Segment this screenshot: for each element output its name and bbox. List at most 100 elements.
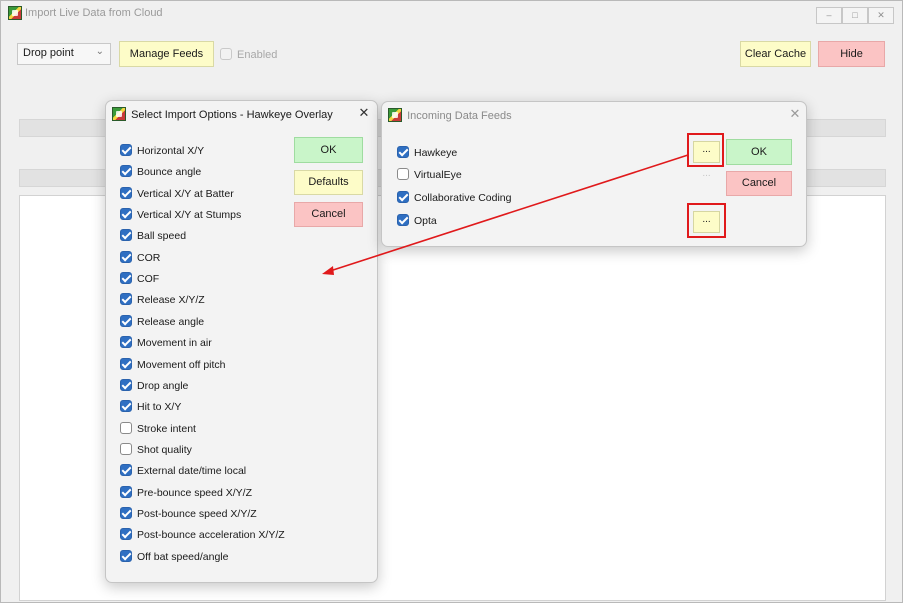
option-row[interactable]: COR	[120, 250, 161, 264]
option-row[interactable]: Drop angle	[120, 378, 189, 392]
option-label: Vertical X/Y at Stumps	[137, 209, 242, 222]
feed-checkbox[interactable]	[397, 191, 409, 203]
option-row[interactable]: Pre-bounce speed X/Y/Z	[120, 485, 252, 499]
clear-cache-button[interactable]: Clear Cache	[740, 41, 811, 67]
option-checkbox[interactable]	[120, 336, 132, 349]
feed-label: Opta	[414, 215, 437, 227]
feed-label: VirtualEye	[414, 169, 462, 181]
defaults-button[interactable]: Defaults	[294, 170, 363, 195]
option-label: Drop angle	[137, 379, 189, 392]
close-icon[interactable]: ✕	[356, 105, 372, 121]
option-row[interactable]: Vertical X/Y at Stumps	[120, 208, 241, 221]
option-checkbox[interactable]	[120, 165, 132, 178]
option-row[interactable]: Post-bounce speed X/Y/Z	[120, 506, 257, 520]
option-label: Movement off pitch	[137, 358, 226, 371]
option-label: Shot quality	[137, 443, 192, 456]
option-label: Post-bounce acceleration X/Y/Z	[137, 529, 285, 542]
import-options-dialog: Select Import Options - Hawkeye Overlay …	[105, 100, 378, 583]
ok-button[interactable]: OK	[294, 137, 363, 163]
window-title: Import Live Data from Cloud	[25, 7, 163, 19]
import-options-title-text: Select Import Options - Hawkeye Overlay	[131, 109, 333, 121]
highlight-box	[687, 203, 726, 238]
hide-button[interactable]: Hide	[818, 41, 885, 67]
feed-checkbox[interactable]	[397, 214, 409, 226]
option-checkbox[interactable]	[120, 229, 132, 242]
option-label: Post-bounce speed X/Y/Z	[137, 507, 257, 520]
option-row[interactable]: COF	[120, 272, 159, 285]
option-row[interactable]: Hit to X/Y	[120, 400, 181, 413]
option-checkbox[interactable]	[120, 549, 132, 562]
option-row[interactable]: Release X/Y/Z	[120, 293, 205, 306]
option-checkbox[interactable]	[120, 250, 132, 263]
option-label: Release X/Y/Z	[137, 294, 205, 307]
option-row[interactable]: Stroke intent	[120, 421, 196, 435]
option-row[interactable]: Vertical X/Y at Batter	[120, 186, 234, 200]
virtualeye-config-button[interactable]: ...	[693, 165, 720, 187]
option-checkbox[interactable]	[120, 144, 132, 156]
view-select-value: Drop point	[23, 47, 74, 59]
option-checkbox[interactable]	[120, 378, 132, 391]
option-row[interactable]: Bounce angle	[120, 165, 201, 178]
feed-row[interactable]: VirtualEye	[397, 168, 462, 181]
feed-row[interactable]: Collaborative Coding	[397, 191, 511, 204]
feed-row[interactable]: Opta	[397, 214, 437, 227]
option-row[interactable]: Ball speed	[120, 229, 186, 242]
app-logo-icon	[112, 107, 126, 121]
option-checkbox[interactable]	[120, 357, 132, 370]
option-label: Release angle	[137, 315, 205, 328]
feed-checkbox[interactable]	[397, 168, 409, 180]
option-row[interactable]: Horizontal X/Y	[120, 144, 204, 157]
option-label: Stroke intent	[137, 422, 196, 435]
option-row[interactable]: Off bat speed/angle	[120, 549, 229, 563]
incoming-feeds-dialog: Incoming Data Feeds ✕ Hawkeye VirtualEye C…	[381, 101, 807, 247]
option-label: COR	[137, 251, 161, 264]
option-row[interactable]: External date/time local	[120, 464, 246, 477]
close-window-button[interactable]: ✕	[868, 7, 894, 24]
option-label: Movement in air	[137, 337, 212, 350]
close-icon[interactable]: ✕	[787, 106, 803, 122]
ok-button[interactable]: OK	[726, 139, 792, 165]
title-bar: Import Live Data from Cloud – □ ✕	[1, 1, 902, 27]
option-label: Horizontal X/Y	[137, 145, 205, 157]
option-row[interactable]: Movement in air	[120, 336, 212, 349]
manage-feeds-button[interactable]: Manage Feeds	[119, 41, 214, 67]
option-checkbox[interactable]	[120, 421, 132, 434]
option-label: Bounce angle	[137, 166, 202, 179]
option-label: Vertical X/Y at Batter	[137, 187, 234, 200]
cancel-button[interactable]: Cancel	[294, 202, 363, 227]
option-row[interactable]: Release angle	[120, 314, 205, 328]
option-checkbox[interactable]	[120, 485, 132, 498]
import-options-title: Select Import Options - Hawkeye Overlay	[112, 107, 333, 121]
maximize-button[interactable]: □	[842, 7, 868, 24]
option-checkbox[interactable]	[120, 186, 132, 199]
option-checkbox[interactable]	[120, 314, 132, 327]
option-checkbox[interactable]	[120, 464, 132, 477]
highlight-box	[687, 133, 724, 167]
option-label: COF	[137, 273, 160, 286]
enabled-checkbox[interactable]: Enabled	[220, 48, 277, 61]
app-logo-icon	[8, 6, 22, 20]
view-select[interactable]: Drop point ⌄	[17, 43, 111, 65]
option-label: Pre-bounce speed X/Y/Z	[137, 486, 252, 499]
enabled-checkbox-box[interactable]	[220, 48, 232, 60]
minimize-button[interactable]: –	[816, 7, 842, 24]
cancel-button[interactable]: Cancel	[726, 171, 792, 196]
option-checkbox[interactable]	[120, 400, 132, 413]
option-checkbox[interactable]	[120, 528, 132, 541]
incoming-feeds-title: Incoming Data Feeds	[388, 108, 512, 122]
option-row[interactable]: Shot quality	[120, 442, 192, 456]
feed-label: Collaborative Coding	[414, 192, 512, 204]
enabled-label: Enabled	[237, 49, 278, 61]
option-checkbox[interactable]	[120, 272, 132, 285]
feed-row[interactable]: Hawkeye	[397, 146, 457, 159]
option-checkbox[interactable]	[120, 506, 132, 519]
option-checkbox[interactable]	[120, 293, 132, 306]
option-label: External date/time local	[137, 465, 247, 478]
option-row[interactable]: Movement off pitch	[120, 357, 226, 371]
option-label: Off bat speed/angle	[137, 550, 229, 563]
app-logo-icon	[388, 108, 402, 122]
feed-checkbox[interactable]	[397, 146, 409, 158]
option-row[interactable]: Post-bounce acceleration X/Y/Z	[120, 528, 285, 541]
option-checkbox[interactable]	[120, 208, 132, 221]
option-checkbox[interactable]	[120, 442, 132, 455]
